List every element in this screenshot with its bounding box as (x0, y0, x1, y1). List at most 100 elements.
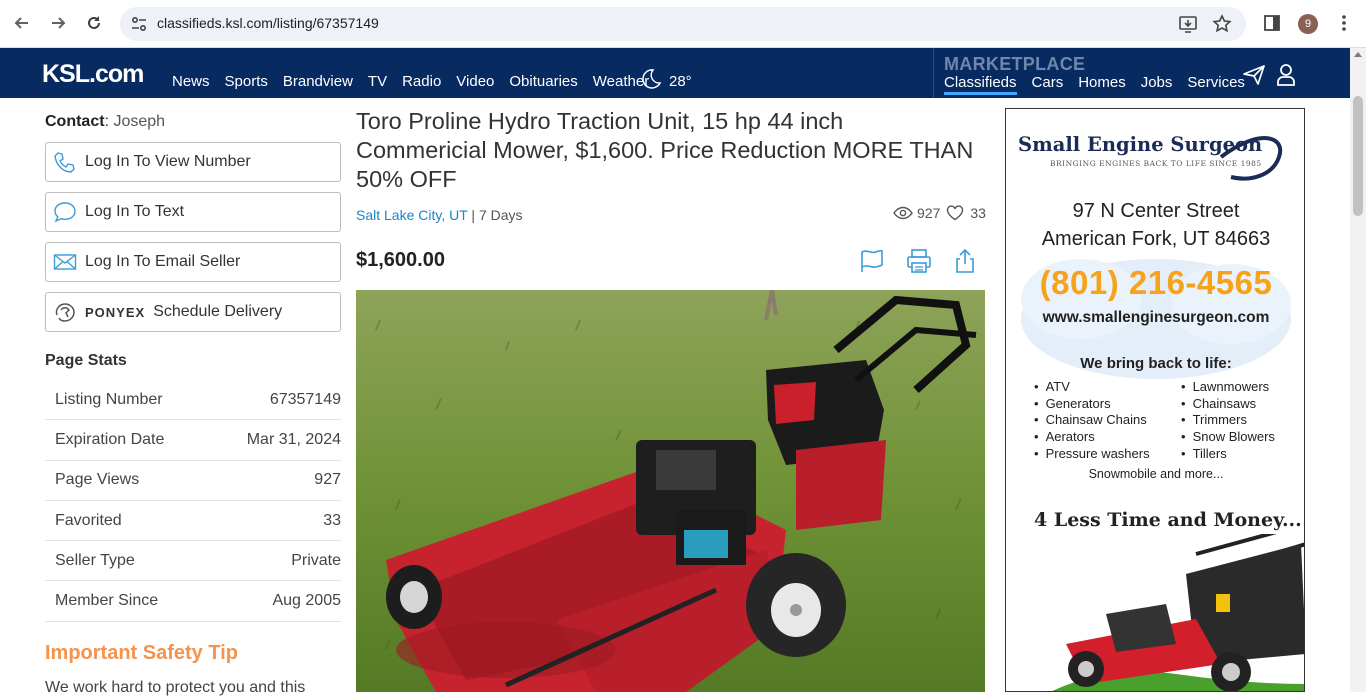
ad-list-item: Aerators (1034, 429, 1150, 446)
more-menu-icon[interactable] (1334, 13, 1354, 33)
listing-engagement: 927 33 (893, 205, 986, 221)
ad-lawnmower-image (1052, 534, 1304, 691)
nav-services[interactable]: Services (1187, 74, 1245, 95)
nav-radio[interactable]: Radio (402, 73, 441, 90)
stat-value: 67357149 (269, 390, 341, 408)
ponyex-logo-icon (55, 303, 75, 322)
nav-brandview[interactable]: Brandview (283, 73, 353, 90)
email-seller-button[interactable]: Log In To Email Seller (45, 242, 341, 282)
text-label: Log In To Text (85, 203, 185, 220)
scrollbar-thumb[interactable] (1353, 96, 1363, 216)
listing-photo[interactable] (356, 290, 985, 692)
chat-bubble-icon (54, 202, 76, 223)
listing-age: | 7 Days (471, 207, 523, 223)
text-button[interactable]: Log In To Text (45, 192, 341, 232)
ad-address-line2: American Fork, UT 84663 (1041, 228, 1271, 250)
ad-list-item: Lawnmowers (1181, 379, 1275, 396)
stat-value: 927 (314, 471, 341, 489)
safety-tip-title: Important Safety Tip (45, 642, 238, 664)
temperature[interactable]: 28° (669, 73, 692, 90)
listing-city-link[interactable]: Salt Lake City, UT (356, 207, 468, 223)
ad-phone: (801) 216-4565 (1039, 264, 1273, 301)
main-nav: News Sports Brandview TV Radio Video Obi… (172, 73, 664, 90)
safety-tip-text: We work hard to protect you and this (45, 679, 306, 696)
heart-icon[interactable] (946, 205, 964, 221)
stat-seller-type: Seller Type Private (45, 541, 341, 582)
bookmark-star-icon[interactable] (1212, 14, 1232, 34)
nav-obituaries[interactable]: Obituaries (509, 73, 577, 90)
ad-more: Snowmobile and more... (1088, 467, 1224, 481)
nav-classifieds[interactable]: Classifieds (944, 74, 1017, 95)
ad-swoosh-graphic (1219, 136, 1283, 181)
envelope-icon (53, 254, 77, 270)
nav-sports[interactable]: Sports (225, 73, 268, 90)
ad-list-item: Snow Blowers (1181, 429, 1275, 446)
schedule-delivery-button[interactable]: PONYEX Schedule Delivery (45, 292, 341, 332)
stat-page-views: Page Views 927 (45, 461, 341, 501)
stat-label: Member Since (55, 592, 159, 610)
stat-label: Expiration Date (55, 430, 165, 448)
page-stats-table: Listing Number 67357149 Expiration Date Ma… (45, 380, 341, 622)
marketplace-nav: Classifieds Cars Homes Jobs Services (944, 74, 1260, 95)
header-divider (933, 48, 934, 98)
nav-cars[interactable]: Cars (1032, 74, 1064, 95)
ad-list-item: Pressure washers (1034, 446, 1150, 463)
nav-video[interactable]: Video (456, 73, 494, 90)
advertisement-banner[interactable]: Small Engine Surgeon BRINGING ENGINES BA… (1005, 108, 1305, 692)
view-number-button[interactable]: Log In To View Number (45, 142, 341, 182)
stat-listing-number: Listing Number 67357149 (45, 380, 341, 421)
url-text[interactable]: classifieds.ksl.com/listing/67357149 (157, 15, 379, 31)
stat-label: Page Views (55, 471, 140, 489)
forward-icon[interactable] (47, 12, 69, 34)
eye-icon (893, 206, 913, 220)
ad-list-item: Trimmers (1181, 412, 1275, 429)
stat-label: Listing Number (55, 390, 163, 408)
back-icon[interactable] (11, 12, 33, 34)
view-count: 927 (917, 205, 941, 221)
phone-icon (54, 152, 75, 173)
stat-value: 33 (323, 511, 341, 529)
nav-news[interactable]: News (172, 73, 210, 90)
reload-icon[interactable] (83, 12, 105, 34)
ad-list-item: Chainsaw Chains (1034, 412, 1150, 429)
listing-price: $1,600.00 (356, 249, 445, 271)
ad-list-item: ATV (1034, 379, 1150, 396)
browser-toolbar: classifieds.ksl.com/listing/67357149 9 (0, 0, 1366, 48)
send-message-icon[interactable] (1242, 64, 1266, 86)
ad-list-item: Generators (1034, 396, 1150, 413)
ksl-logo[interactable]: KSL.com (42, 60, 144, 89)
install-app-icon[interactable] (1178, 14, 1198, 34)
page-scrollbar[interactable] (1350, 48, 1366, 692)
site-settings-icon[interactable] (130, 15, 148, 33)
schedule-delivery-label: Schedule Delivery (153, 303, 283, 320)
stat-label: Seller Type (55, 551, 135, 569)
nav-tv[interactable]: TV (368, 73, 387, 90)
view-number-label: Log In To View Number (85, 153, 251, 170)
contact-label: Contact (45, 113, 105, 130)
ponyex-brand: PONYEX (85, 304, 146, 320)
contact-name: Joseph (113, 113, 166, 130)
scroll-up-arrow[interactable] (1354, 52, 1362, 57)
page-stats-title: Page Stats (45, 352, 127, 369)
listing-title: Toro Proline Hydro Traction Unit, 15 hp … (356, 108, 974, 192)
ad-list-left: ATV Generators Chainsaw Chains Aerators … (1034, 379, 1150, 463)
share-icon[interactable] (952, 248, 978, 274)
nav-homes[interactable]: Homes (1078, 74, 1126, 95)
contact-line: Contact: Joseph (45, 113, 166, 130)
print-icon[interactable] (906, 248, 932, 274)
ad-address-line1: 97 N Center Street (1072, 200, 1240, 222)
stat-expiration-date: Expiration Date Mar 31, 2024 (45, 420, 341, 461)
ad-slogan: BRINGING ENGINES BACK TO LIFE SINCE 1985 (1050, 159, 1262, 168)
account-icon[interactable] (1276, 63, 1296, 87)
side-panel-icon[interactable] (1262, 13, 1282, 33)
address-bar[interactable]: classifieds.ksl.com/listing/67357149 (120, 7, 1246, 41)
marketplace-label: MARKETPLACE (944, 54, 1086, 74)
stat-member-since: Member Since Aug 2005 (45, 581, 341, 622)
ad-bring-back: We bring back to life: (1080, 355, 1232, 372)
stat-value: Aug 2005 (272, 592, 341, 610)
stat-value: Mar 31, 2024 (246, 430, 341, 448)
favorite-count: 33 (970, 205, 986, 221)
nav-jobs[interactable]: Jobs (1141, 74, 1173, 95)
flag-icon[interactable] (859, 248, 885, 274)
profile-avatar[interactable]: 9 (1298, 14, 1318, 34)
